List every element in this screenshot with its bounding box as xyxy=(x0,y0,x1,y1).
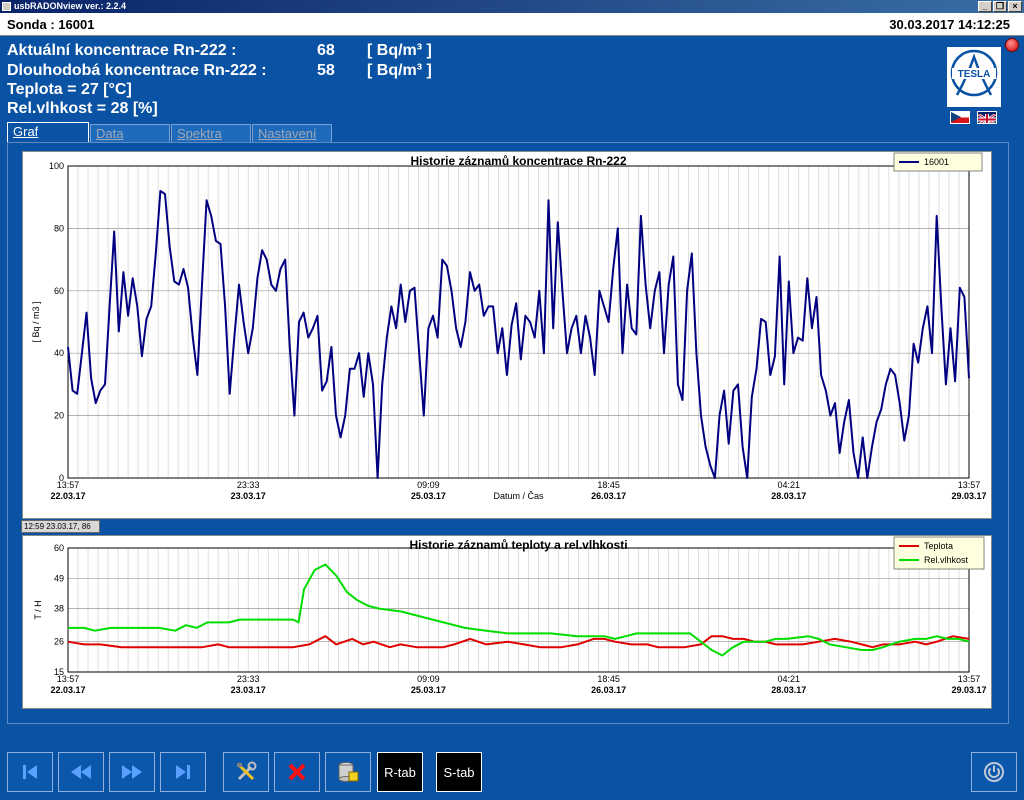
cursor-readout: 12:59 23.03.17, 86 xyxy=(21,520,100,533)
tab-spektra[interactable]: Spektra xyxy=(171,124,251,142)
x-tick-date: 29.03.17 xyxy=(951,685,986,695)
legend-label: 16001 xyxy=(924,157,949,167)
y-axis-label: [ Bq / m3 ] xyxy=(31,301,41,342)
x-tick-date: 23.03.17 xyxy=(231,491,266,501)
graph-panel: 0 20 40 60 80 100 13:57 22.03.17 23:33 23.03.17 09… xyxy=(7,142,1009,724)
reading-temperature: Teplota = 27 [°C] xyxy=(7,81,132,98)
last-button[interactable] xyxy=(160,752,206,792)
x-tick-date: 28.03.17 xyxy=(771,685,806,695)
chart-title: Historie záznamů teploty a rel.vlhkosti xyxy=(409,538,627,552)
x-tick-date: 25.03.17 xyxy=(411,491,446,501)
y-tick-label: 60 xyxy=(54,286,64,296)
y-tick-label: 49 xyxy=(54,573,64,583)
power-icon xyxy=(984,762,1004,782)
window-controls: _ ❐ × xyxy=(978,1,1022,12)
x-tick-time: 13:57 xyxy=(958,674,981,684)
x-tick-date: 22.03.17 xyxy=(50,685,85,695)
settings-button[interactable] xyxy=(223,752,269,792)
next-button[interactable] xyxy=(109,752,155,792)
x-tick-date: 23.03.17 xyxy=(231,685,266,695)
y-tick-label: 20 xyxy=(54,411,64,421)
info-bar: Sonda : 16001 30.03.2017 14:12:25 xyxy=(0,14,1024,36)
legend-label: Teplota xyxy=(924,541,953,551)
legend: Teplota Rel.vlhkost xyxy=(893,536,985,570)
tab-graf[interactable]: Graf xyxy=(7,122,89,142)
x-tick-date: 26.03.17 xyxy=(591,491,626,501)
radon-chart: 0 20 40 60 80 100 13:57 22.03.17 23:33 23.03.17 09… xyxy=(22,151,992,519)
x-tick-date: 29.03.17 xyxy=(951,491,986,501)
y-tick-label: 26 xyxy=(54,637,64,647)
window-title: usbRADONview ver.: 2.2.4 xyxy=(14,1,127,11)
probe-id: Sonda : 16001 xyxy=(7,17,95,32)
title-bar: usbRADONview ver.: 2.2.4 _ ❐ × xyxy=(0,0,1024,13)
main-panel: Aktuální koncentrace Rn-222 : 68 [ Bq/m³… xyxy=(0,36,1024,800)
czech-flag-icon[interactable] xyxy=(950,111,970,124)
reading-unit: [ Bq/m³ ] xyxy=(367,62,432,79)
x-tick-time: 13:57 xyxy=(958,480,981,490)
restore-button[interactable]: ❐ xyxy=(993,1,1007,12)
legend-label: Rel.vlhkost xyxy=(924,555,969,565)
x-tick-date: 28.03.17 xyxy=(771,491,806,501)
x-tick-time: 13:57 xyxy=(57,674,80,684)
uk-flag-icon[interactable] xyxy=(977,111,997,124)
temp-humidity-chart: 15 26 38 49 60 13:57 22.03.17 23:33 23.03.17 09:0… xyxy=(22,535,992,709)
tab-nastaveni[interactable]: Nastavení xyxy=(252,124,332,142)
close-button[interactable]: × xyxy=(1008,1,1022,12)
reading-value: 68 xyxy=(317,42,335,59)
minimize-button[interactable]: _ xyxy=(978,1,992,12)
logo-text: TESLA xyxy=(958,69,991,80)
legend: 16001 xyxy=(893,152,983,172)
chart-title: Historie záznamů koncentrace Rn-222 xyxy=(410,154,626,168)
reading-label: Aktuální koncentrace Rn-222 : xyxy=(7,42,237,59)
close-app-icon[interactable] xyxy=(1005,38,1019,52)
radon-chart-svg: 02040608010013:5722.03.1723:3323.03.1709… xyxy=(31,152,987,501)
skip-first-icon xyxy=(23,765,37,779)
s-tab-button[interactable]: S-tab xyxy=(436,752,482,792)
current-datetime: 30.03.2017 14:12:25 xyxy=(889,17,1010,32)
x-tick-time: 23:33 xyxy=(237,674,260,684)
reading-label: Dlouhodobá koncentrace Rn-222 : xyxy=(7,62,267,79)
database-icon xyxy=(338,762,359,782)
x-tick-time: 09:09 xyxy=(417,674,440,684)
app-icon xyxy=(2,2,11,11)
tesla-logo: TESLA xyxy=(947,47,1001,107)
reading-humidity: Rel.vlhkost = 28 [%] xyxy=(7,100,158,117)
tools-icon xyxy=(237,761,257,781)
skip-last-icon xyxy=(176,765,190,779)
x-tick-date: 25.03.17 xyxy=(411,685,446,695)
y-tick-label: 60 xyxy=(54,543,64,553)
fast-forward-icon xyxy=(122,765,142,779)
database-button[interactable] xyxy=(325,752,371,792)
x-tick-date: 26.03.17 xyxy=(591,685,626,695)
delete-button[interactable] xyxy=(274,752,320,792)
first-button[interactable] xyxy=(7,752,53,792)
y-tick-label: 40 xyxy=(54,348,64,358)
x-axis-label: Datum / Čas xyxy=(493,491,544,501)
previous-button[interactable] xyxy=(58,752,104,792)
x-tick-time: 13:57 xyxy=(57,480,80,490)
y-tick-label: 80 xyxy=(54,223,64,233)
tab-data[interactable]: Data xyxy=(90,124,170,142)
y-axis-label: T / H xyxy=(33,600,43,619)
red-x-icon xyxy=(288,763,306,781)
y-tick-label: 38 xyxy=(54,604,64,614)
power-button[interactable] xyxy=(971,752,1017,792)
y-tick-label: 100 xyxy=(49,161,64,171)
x-tick-time: 04:21 xyxy=(778,674,801,684)
x-tick-time: 23:33 xyxy=(237,480,260,490)
x-tick-time: 18:45 xyxy=(597,674,620,684)
rewind-icon xyxy=(71,765,91,779)
x-tick-date: 22.03.17 xyxy=(50,491,85,501)
x-tick-time: 09:09 xyxy=(417,480,440,490)
x-tick-time: 04:21 xyxy=(778,480,801,490)
x-tick-time: 18:45 xyxy=(597,480,620,490)
reading-unit: [ Bq/m³ ] xyxy=(367,42,432,59)
r-tab-button[interactable]: R-tab xyxy=(377,752,423,792)
reading-value: 58 xyxy=(317,62,335,79)
temp-humidity-chart-svg: 152638496013:5722.03.1723:3323.03.1709:0… xyxy=(33,536,987,695)
